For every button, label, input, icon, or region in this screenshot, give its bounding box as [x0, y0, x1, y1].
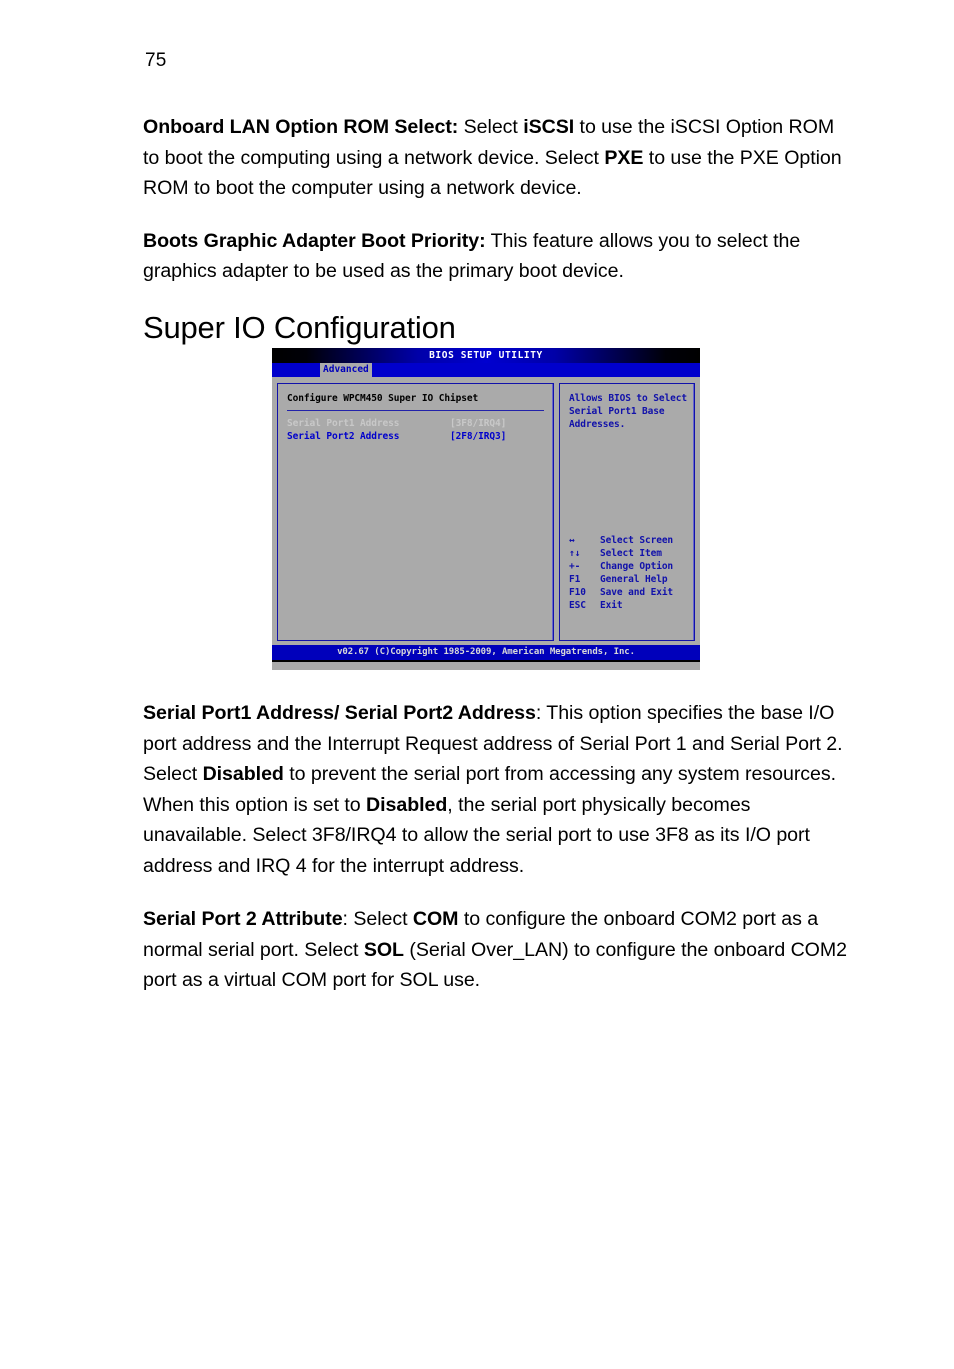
esc-key-icon: ESC	[569, 600, 586, 611]
bios-help-line-1: Allows BIOS to Select	[569, 393, 688, 404]
paragraph-serial-port2-attribute: Serial Port 2 Attribute: Select COM to c…	[143, 904, 848, 996]
legend-row-general-help: F1 General Help	[569, 573, 694, 586]
plus-minus-key-icon: +-	[569, 561, 581, 572]
bios-setting-row-serial-port2[interactable]: Serial Port2 Address [2F8/IRQ3]	[287, 430, 544, 443]
paragraph-text: Select	[458, 116, 524, 138]
bios-help-panel: Allows BIOS to Select Serial Port1 Base …	[559, 383, 695, 641]
f10-key-icon: F10	[569, 587, 586, 598]
bios-body: Configure WPCM450 Super IO Chipset Seria…	[272, 377, 700, 645]
bios-setting-row-serial-port1[interactable]: Serial Port1 Address [3F8/IRQ4]	[287, 417, 544, 430]
bios-separator-line	[287, 410, 544, 411]
legend-row-change-option: +- Change Option	[569, 560, 694, 573]
paragraph-boots-graphic-adapter: Boots Graphic Adapter Boot Priority: Thi…	[143, 226, 843, 287]
legend-label: Select Item	[600, 548, 662, 559]
legend-row-select-item: ↑↓ Select Item	[569, 547, 694, 560]
bios-setup-screenshot: BIOS SETUP UTILITY Advanced Configure WP…	[272, 348, 700, 670]
emphasis-sol: SOL	[363, 938, 404, 961]
legend-label: Exit	[600, 600, 623, 611]
paragraph-serial-port-address: Serial Port1 Address/ Serial Port2 Addre…	[143, 698, 848, 881]
legend-label: Select Screen	[600, 535, 674, 546]
bios-tab-bar: Advanced	[272, 363, 700, 377]
paragraph-onboard-lan-option-rom: Onboard LAN Option ROM Select: Select iS…	[143, 112, 843, 204]
paragraph-lead-onboard-lan: Onboard LAN Option ROM Select:	[143, 116, 459, 138]
page-number: 75	[145, 50, 167, 71]
paragraph-lead-boots-graphic: Boots Graphic Adapter Boot Priority:	[143, 229, 486, 252]
bios-title-text: BIOS SETUP UTILITY	[429, 349, 543, 361]
legend-row-exit: ESC Exit	[569, 599, 694, 612]
emphasis-iscsi: iSCSI	[523, 116, 575, 138]
bios-setting-label: Serial Port2 Address	[287, 431, 400, 442]
legend-label: Change Option	[600, 561, 674, 572]
lower-body-content: Serial Port1 Address/ Serial Port2 Addre…	[143, 698, 848, 1019]
emphasis-disabled-2: Disabled	[366, 793, 448, 816]
bios-footer-bar: v02.67 (C)Copyright 1985-2009, American …	[272, 645, 700, 662]
bios-help-line-2: Serial Port1 Base	[569, 406, 665, 417]
legend-label: General Help	[600, 574, 668, 585]
bios-setting-value: [3F8/IRQ4]	[450, 418, 507, 429]
emphasis-pxe: PXE	[604, 146, 644, 169]
bios-copyright-text: v02.67 (C)Copyright 1985-2009, American …	[337, 647, 635, 657]
paragraph-lead-serial-address: Serial Port1 Address/ Serial Port2 Addre…	[143, 702, 536, 724]
bios-settings-panel: Configure WPCM450 Super IO Chipset Seria…	[277, 383, 554, 641]
emphasis-disabled-1: Disabled	[202, 763, 284, 785]
legend-row-save-and-exit: F10 Save and Exit	[569, 586, 694, 599]
paragraph-lead-serial-attribute: Serial Port 2 Attribute	[143, 908, 343, 930]
bios-tab-label: Advanced	[323, 364, 369, 376]
left-right-arrow-icon: ↔	[569, 535, 575, 546]
bios-setting-value: [2F8/IRQ3]	[450, 431, 507, 442]
section-heading-super-io-configuration: Super IO Configuration	[143, 309, 456, 345]
legend-label: Save and Exit	[600, 587, 674, 598]
upper-body-content: Onboard LAN Option ROM Select: Select iS…	[143, 112, 843, 347]
f1-key-icon: F1	[569, 574, 581, 585]
legend-row-select-screen: ↔ Select Screen	[569, 534, 694, 547]
up-down-arrow-icon: ↑↓	[569, 548, 581, 559]
bios-tab-advanced[interactable]: Advanced	[320, 363, 372, 377]
bios-title-bar: BIOS SETUP UTILITY	[272, 348, 700, 363]
document-page: 75 Onboard LAN Option ROM Select: Select…	[0, 0, 954, 1369]
bios-setting-label: Serial Port1 Address	[287, 418, 400, 429]
paragraph-text: : Select	[342, 908, 413, 930]
bios-config-title: Configure WPCM450 Super IO Chipset	[287, 393, 479, 404]
bios-help-line-3: Addresses.	[569, 419, 626, 430]
bios-navigation-legend: ↔ Select Screen ↑↓ Select Item +- Change…	[569, 534, 694, 612]
emphasis-com: COM	[412, 908, 459, 930]
